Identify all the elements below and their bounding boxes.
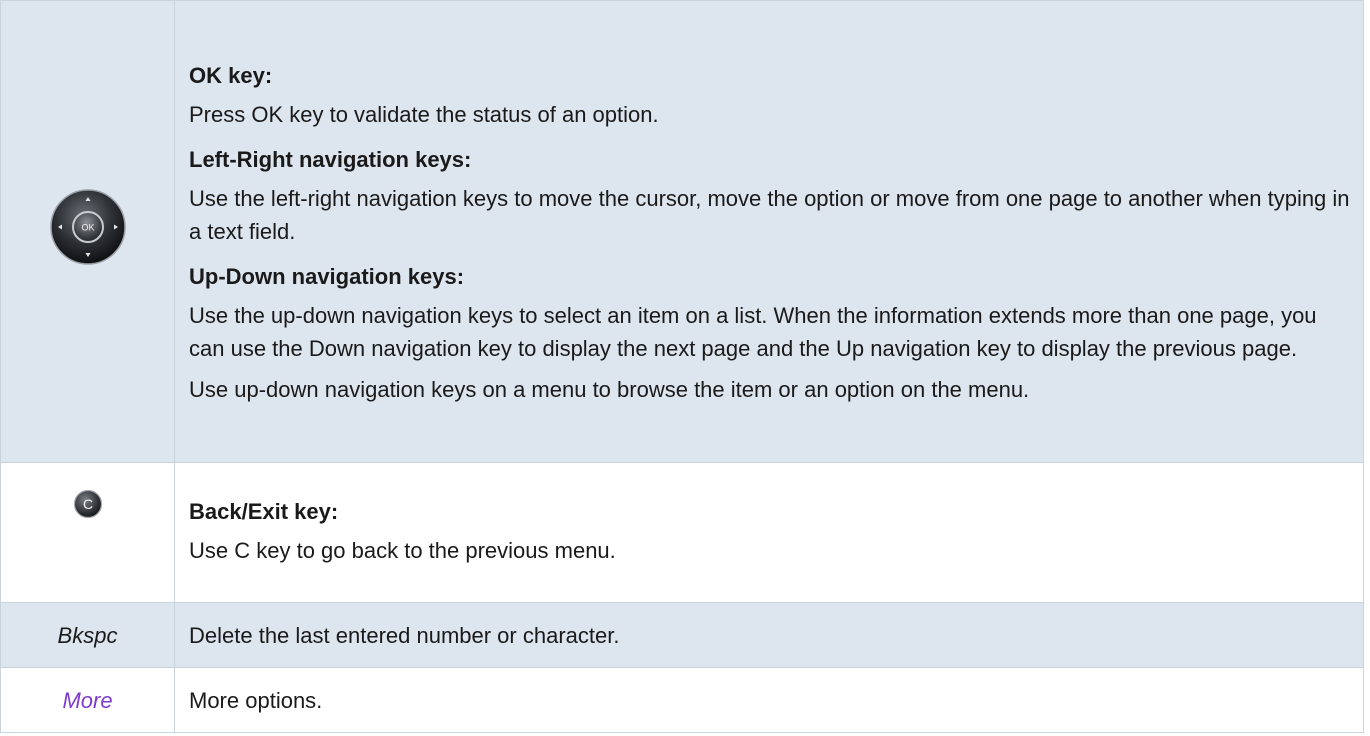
table-row-navigation: OK OK key: Press OK key to validate the … (0, 0, 1364, 463)
section-paragraph: Use up-down navigation keys on a menu to… (189, 377, 1030, 402)
ok-key-label: OK (81, 223, 94, 233)
keys-table: OK OK key: Press OK key to validate the … (0, 0, 1364, 733)
softkey-label-cell: Bkspc (0, 602, 175, 668)
icon-cell: C (0, 462, 175, 603)
bkspc-description: Delete the last entered number or charac… (174, 602, 1364, 668)
c-key-label: C (82, 496, 92, 512)
navigation-pad-icon: OK (48, 187, 128, 276)
section-paragraph: Press OK key to validate the status of a… (189, 102, 659, 127)
icon-cell: OK (0, 0, 175, 463)
section-heading: Up-Down navigation keys: (189, 264, 465, 289)
navigation-description: OK key: Press OK key to validate the sta… (174, 0, 1364, 463)
more-description: More options. (174, 667, 1364, 733)
bkspc-softkey-label: Bkspc (57, 622, 118, 648)
section-paragraph: Use the left-right navigation keys to mo… (189, 186, 1350, 244)
table-row-back-exit: C Back/Exit key: Use C key to go back to… (0, 462, 1364, 603)
section-heading: Back/Exit key: (189, 498, 339, 524)
section-heading: Left-Right navigation keys: (189, 147, 472, 172)
more-softkey-label: More (62, 687, 113, 713)
section-heading: OK key: (189, 63, 273, 88)
c-key-icon: C (73, 489, 103, 528)
section-paragraph: Use C key to go back to the previous men… (189, 537, 616, 563)
back-exit-description: Back/Exit key: Use C key to go back to t… (174, 462, 1364, 603)
softkey-label-cell: More (0, 667, 175, 733)
section-paragraph: Use the up-down navigation keys to selec… (189, 303, 1317, 361)
table-row-bkspc: Bkspc Delete the last entered number or … (0, 602, 1364, 668)
table-row-more: More More options. (0, 667, 1364, 733)
